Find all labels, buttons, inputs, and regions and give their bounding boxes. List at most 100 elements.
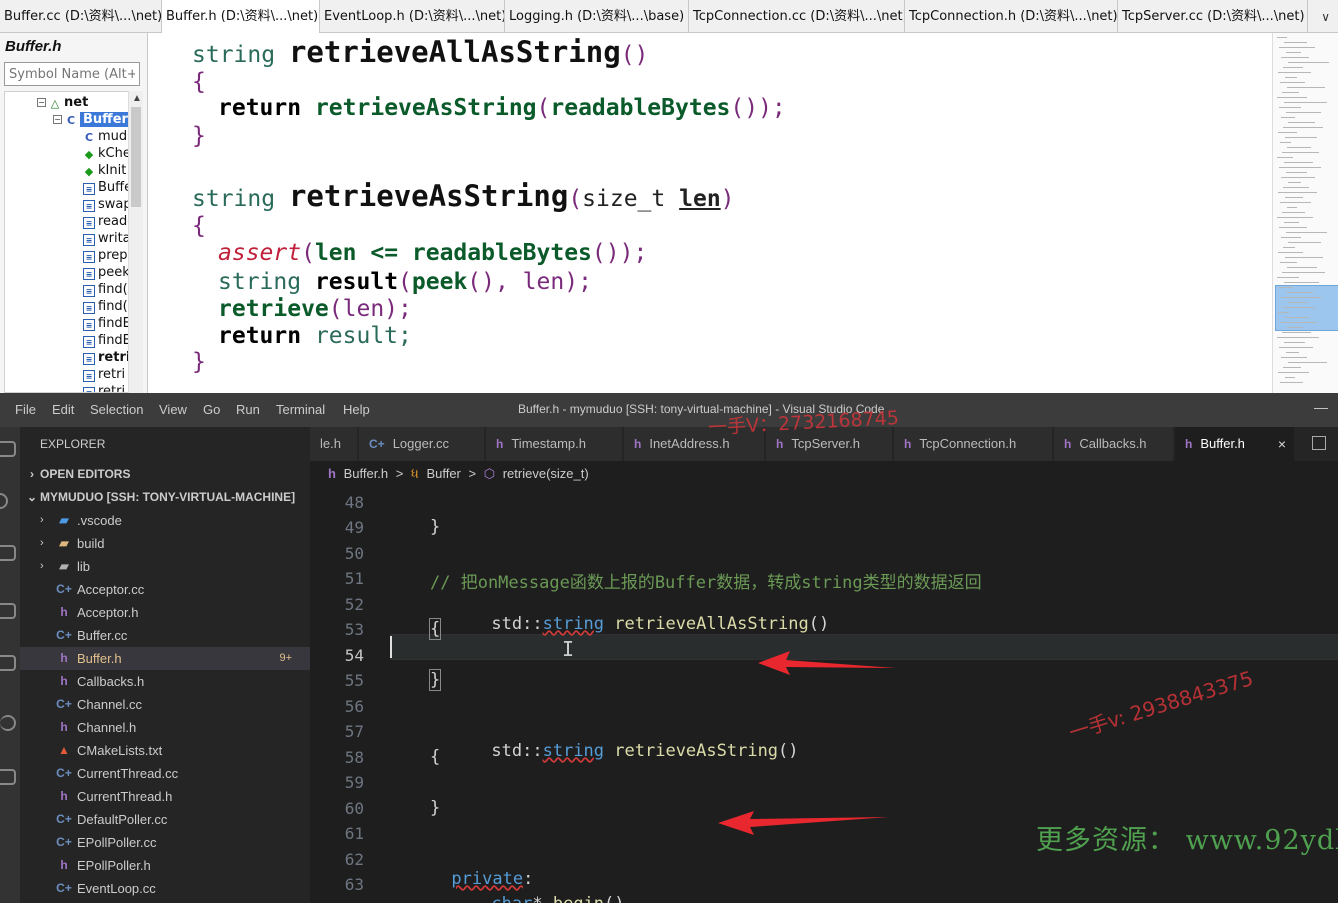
tree-item[interactable]: ≡ writa: [83, 230, 129, 247]
minimap-line: [1283, 67, 1303, 68]
symbol-tree-scrollbar[interactable]: ▲: [128, 91, 143, 393]
breadcrumb-separator: >: [468, 466, 477, 481]
folder-vscode[interactable]: › ▰ .vscode: [20, 509, 310, 532]
file-name: lib: [77, 559, 91, 574]
menu-go[interactable]: Go: [203, 402, 220, 417]
tab-timestamp-h[interactable]: h Timestamp.h: [486, 427, 623, 461]
extensions-icon[interactable]: [0, 655, 16, 671]
workspace-section[interactable]: ⌄ MYMUDUO [SSH: TONY-VIRTUAL-MACHINE]: [20, 486, 310, 508]
collapse-icon[interactable]: −: [37, 98, 46, 107]
top-tab-tcpserver-cc[interactable]: TcpServer.cc (D:\资料\...\net): [1118, 0, 1308, 33]
chevron-down-icon[interactable]: ∨: [1321, 0, 1330, 34]
breadcrumb-method[interactable]: retrieve(size_t): [503, 466, 589, 481]
collapse-icon[interactable]: −: [53, 115, 62, 124]
files-icon[interactable]: [0, 441, 16, 457]
open-editors-section[interactable]: › OPEN EDITORS: [20, 463, 310, 485]
file-item[interactable]: h Callbacks.h: [20, 670, 310, 693]
scroll-up-icon[interactable]: ▲: [132, 93, 142, 104]
code-param-name: len: [679, 186, 721, 212]
file-item[interactable]: C+ Acceptor.cc: [20, 578, 310, 601]
file-item[interactable]: h Acceptor.h: [20, 601, 310, 624]
code-parens: (): [778, 741, 799, 761]
tree-item-buffer[interactable]: − C Buffer: [53, 111, 129, 128]
search-icon[interactable]: [0, 493, 8, 509]
breadcrumb-class[interactable]: Buffer: [426, 466, 460, 481]
minimap-line: [1278, 252, 1303, 253]
folder-icon: ▰: [59, 536, 69, 550]
minimap-line: [1280, 202, 1311, 203]
menu-run[interactable]: Run: [236, 402, 260, 417]
tab-buffer-h[interactable]: h Buffer.h ×: [1175, 427, 1295, 461]
folder-lib[interactable]: › ▰ lib: [20, 555, 310, 578]
menu-edit[interactable]: Edit: [52, 402, 74, 417]
source-control-icon[interactable]: [0, 545, 16, 561]
file-item[interactable]: h EPollPoller.h: [20, 854, 310, 877]
menu-terminal[interactable]: Terminal: [276, 402, 325, 417]
top-tab-logging-h[interactable]: Logging.h (D:\资料\...\base): [505, 0, 689, 33]
tree-item[interactable]: ≡ prep: [83, 247, 128, 264]
testing-icon[interactable]: [0, 769, 16, 785]
tree-item[interactable]: ◆ kInit: [83, 162, 127, 179]
top-tab-label: Logging.h (D:\资料\...\base): [509, 9, 685, 24]
menu-selection[interactable]: Selection: [90, 402, 143, 417]
close-icon[interactable]: ×: [1278, 427, 1286, 461]
file-item[interactable]: C+ CurrentThread.cc: [20, 762, 310, 785]
minimap-line: [1281, 357, 1307, 358]
menu-help[interactable]: Help: [343, 402, 370, 417]
tree-item[interactable]: ≡ swap: [83, 196, 130, 213]
line-number: 50: [344, 544, 364, 563]
file-name: Acceptor.cc: [77, 582, 145, 597]
split-editor-icon[interactable]: [1312, 436, 1326, 450]
code-type: string: [542, 741, 605, 761]
tab-partial[interactable]: le.h: [310, 427, 358, 461]
file-item[interactable]: C+ Buffer.cc: [20, 624, 310, 647]
file-item[interactable]: C+ DefaultPoller.cc: [20, 808, 310, 831]
tree-item[interactable]: ≡ read: [83, 213, 127, 230]
run-debug-icon[interactable]: [0, 603, 16, 619]
folder-build[interactable]: › ▰ build: [20, 532, 310, 555]
breadcrumb-file[interactable]: Buffer.h: [344, 466, 389, 481]
tree-item[interactable]: ≡ findE: [83, 332, 129, 349]
top-tab-buffer-h[interactable]: Buffer.h (D:\资料\...\net)×: [162, 0, 320, 33]
top-tab-tcpconnection-h[interactable]: TcpConnection.h (D:\资料\...\net): [905, 0, 1118, 33]
tree-item[interactable]: ≡retri: [83, 366, 125, 383]
file-item-selected[interactable]: h Buffer.h 9+: [20, 647, 310, 670]
tab-logger-cc[interactable]: C+ Logger.cc: [359, 427, 485, 461]
tree-item[interactable]: ◆ kChe: [83, 145, 129, 162]
tree-item[interactable]: ≡ find(: [83, 281, 128, 298]
file-item[interactable]: C+ EPollPoller.cc: [20, 831, 310, 854]
file-item[interactable]: C+ Channel.cc: [20, 693, 310, 716]
top-tab-buffer-cc[interactable]: Buffer.cc (D:\资料\...\net): [0, 0, 162, 33]
tree-item-net[interactable]: − △ net: [37, 94, 88, 111]
top-tab-eventloop-h[interactable]: EventLoop.h (D:\资料\...\net): [320, 0, 505, 33]
minimap[interactable]: [1272, 33, 1338, 393]
tree-item[interactable]: ≡retri: [83, 349, 129, 366]
remote-icon[interactable]: [0, 715, 16, 731]
code-brace: }: [428, 669, 442, 691]
file-item[interactable]: ▲ CMakeLists.txt: [20, 739, 310, 762]
tree-item[interactable]: ≡ peek: [83, 264, 129, 281]
menu-view[interactable]: View: [159, 402, 187, 417]
file-item[interactable]: h Channel.h: [20, 716, 310, 739]
tree-item[interactable]: ≡retri: [83, 383, 125, 392]
file-item[interactable]: h CurrentThread.h: [20, 785, 310, 808]
tab-tcpconnection-h[interactable]: h TcpConnection.h: [894, 427, 1053, 461]
file-item[interactable]: C+ EventLoop.cc: [20, 877, 310, 900]
tree-item[interactable]: ≡ find(: [83, 298, 128, 315]
tree-item[interactable]: ≡ findE: [83, 315, 129, 332]
file-name: Channel.h: [77, 720, 137, 735]
file-name: EventLoop.cc: [77, 881, 156, 896]
symbol-search-input[interactable]: [4, 62, 140, 86]
minimap-line: [1280, 382, 1303, 383]
tab-callbacks-h[interactable]: h Callbacks.h: [1054, 427, 1174, 461]
line-number: 62: [344, 850, 364, 869]
tree-item-label: swap: [98, 197, 130, 212]
scrollbar-thumb[interactable]: [131, 107, 141, 207]
tree-item[interactable]: ≡ Buffe: [83, 179, 129, 196]
tree-item[interactable]: Cmud: [83, 128, 127, 145]
top-tab-tcpconnection-cc[interactable]: TcpConnection.cc (D:\资料\...\net): [689, 0, 905, 33]
menu-file[interactable]: File: [15, 402, 36, 417]
header-file-icon: h: [904, 437, 912, 451]
minimize-button[interactable]: —: [1314, 399, 1328, 415]
top-code-editor[interactable]: string retrieveAllAsString() { return re…: [150, 33, 1270, 393]
